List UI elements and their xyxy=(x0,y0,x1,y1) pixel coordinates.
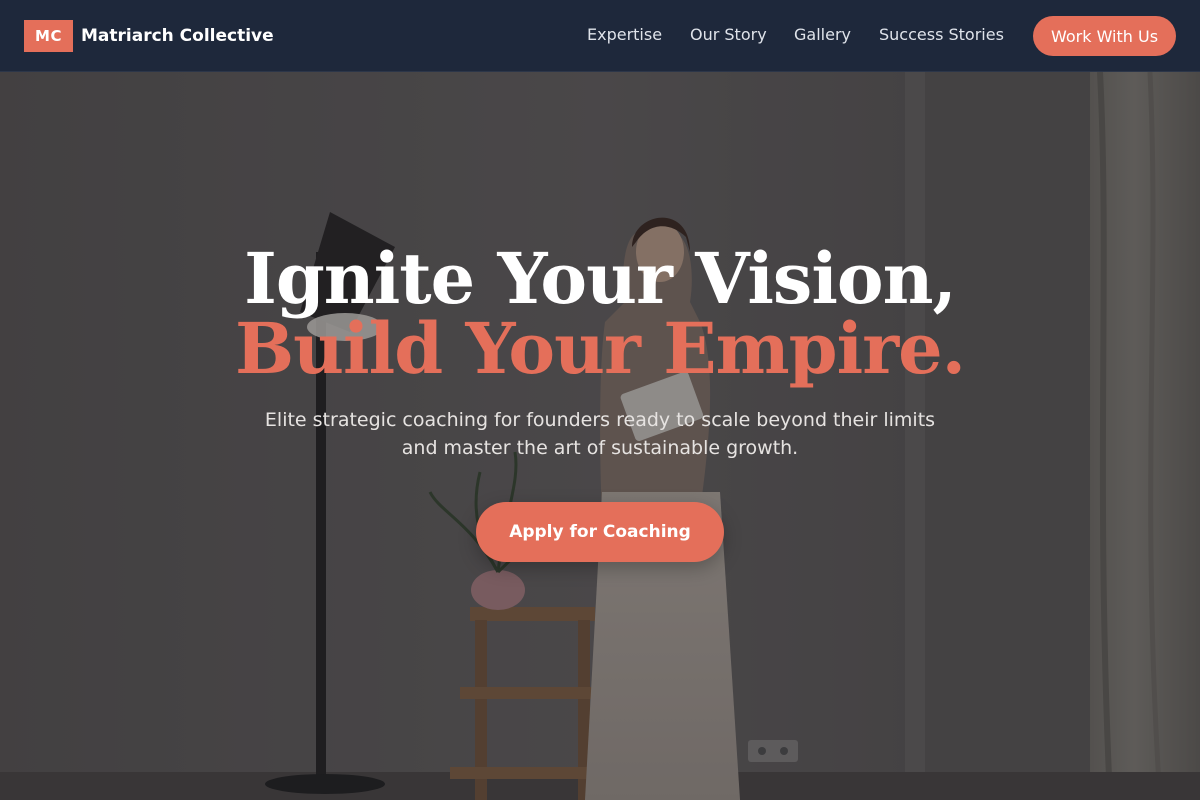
apply-for-coaching-button[interactable]: Apply for Coaching xyxy=(476,502,724,562)
nav-link-our-story[interactable]: Our Story xyxy=(690,25,767,44)
top-navbar: MC Matriarch Collective Expertise Our St… xyxy=(0,0,1200,72)
hero-subtext: Elite strategic coaching for founders re… xyxy=(264,409,936,459)
work-with-us-button[interactable]: Work With Us xyxy=(1033,16,1176,56)
nav-link-gallery[interactable]: Gallery xyxy=(794,25,851,44)
hero-content: Ignite Your Vision, Build Your Empire. E… xyxy=(0,72,1200,800)
nav-link-expertise[interactable]: Expertise xyxy=(587,25,662,44)
hero-section: Ignite Your Vision, Build Your Empire. E… xyxy=(0,72,1200,800)
hero-headline-line-2: Build Your Empire. xyxy=(234,307,966,390)
nav-link-success-stories[interactable]: Success Stories xyxy=(879,25,1004,44)
nav-links: Expertise Our Story Gallery Success Stor… xyxy=(0,0,1200,72)
